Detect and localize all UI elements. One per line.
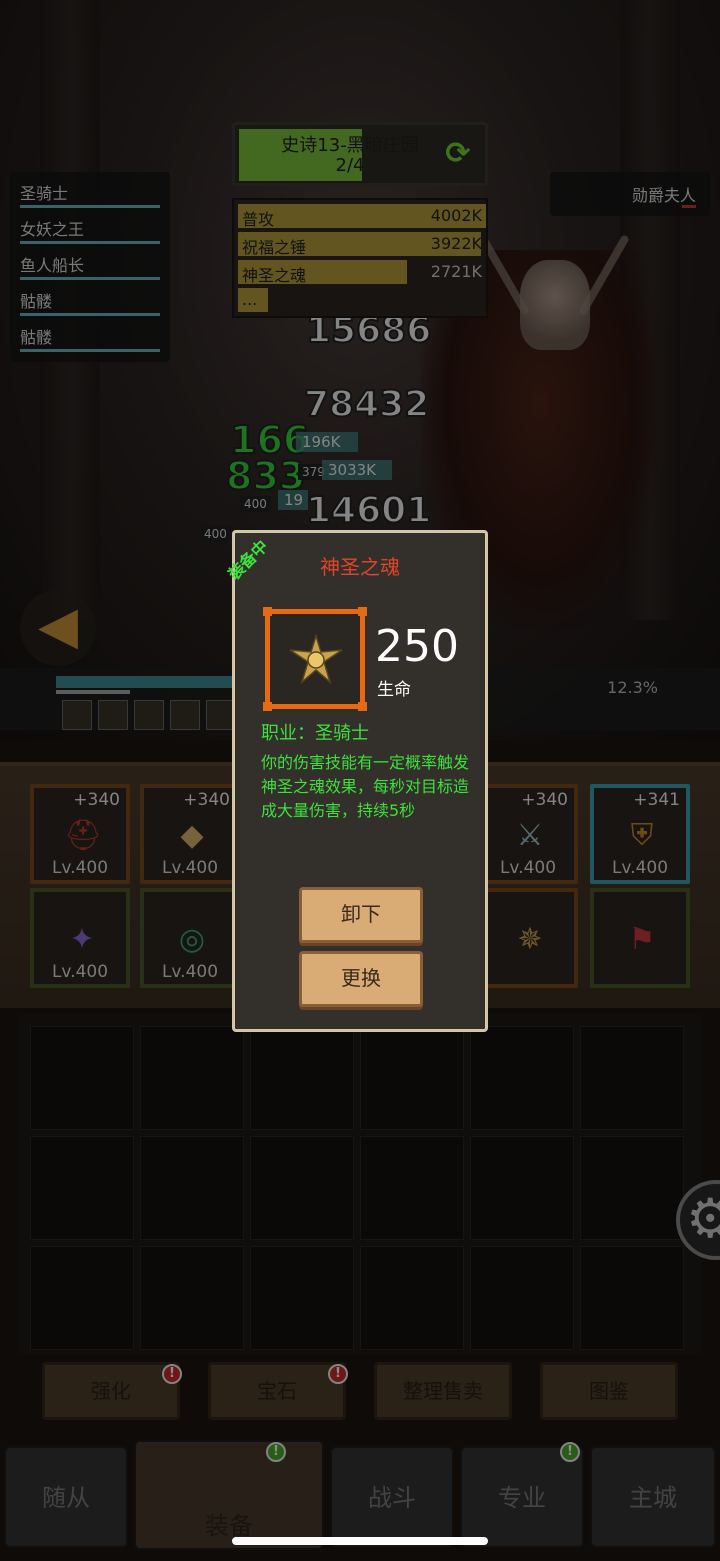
item-detail-modal: 装备中 神圣之魂 250 生命 职业：圣骑士 你的伤害技能有一定概率触发神圣之魂… (224, 530, 488, 1032)
stat-name: 生命 (377, 680, 411, 700)
frame-corner (263, 607, 272, 616)
stat-value: 250 (375, 621, 459, 672)
item-description: 你的伤害技能有一定概率触发神圣之魂效果，每秒对目标造成大量伤害，持续5秒 (261, 753, 470, 820)
replace-button-label: 更换 (341, 966, 381, 990)
item-icon-frame (263, 607, 367, 711)
replace-button[interactable]: 更换 (299, 951, 423, 1007)
unequip-button-label: 卸下 (341, 902, 381, 926)
frame-corner (358, 702, 367, 711)
unequip-button[interactable]: 卸下 (299, 887, 423, 943)
holy-emblem-icon (289, 634, 343, 685)
frame-corner (263, 702, 272, 711)
home-indicator[interactable] (232, 1537, 488, 1545)
frame-corner (358, 607, 367, 616)
item-title: 神圣之魂 (320, 555, 400, 579)
item-class: 职业：圣骑士 (261, 723, 369, 744)
